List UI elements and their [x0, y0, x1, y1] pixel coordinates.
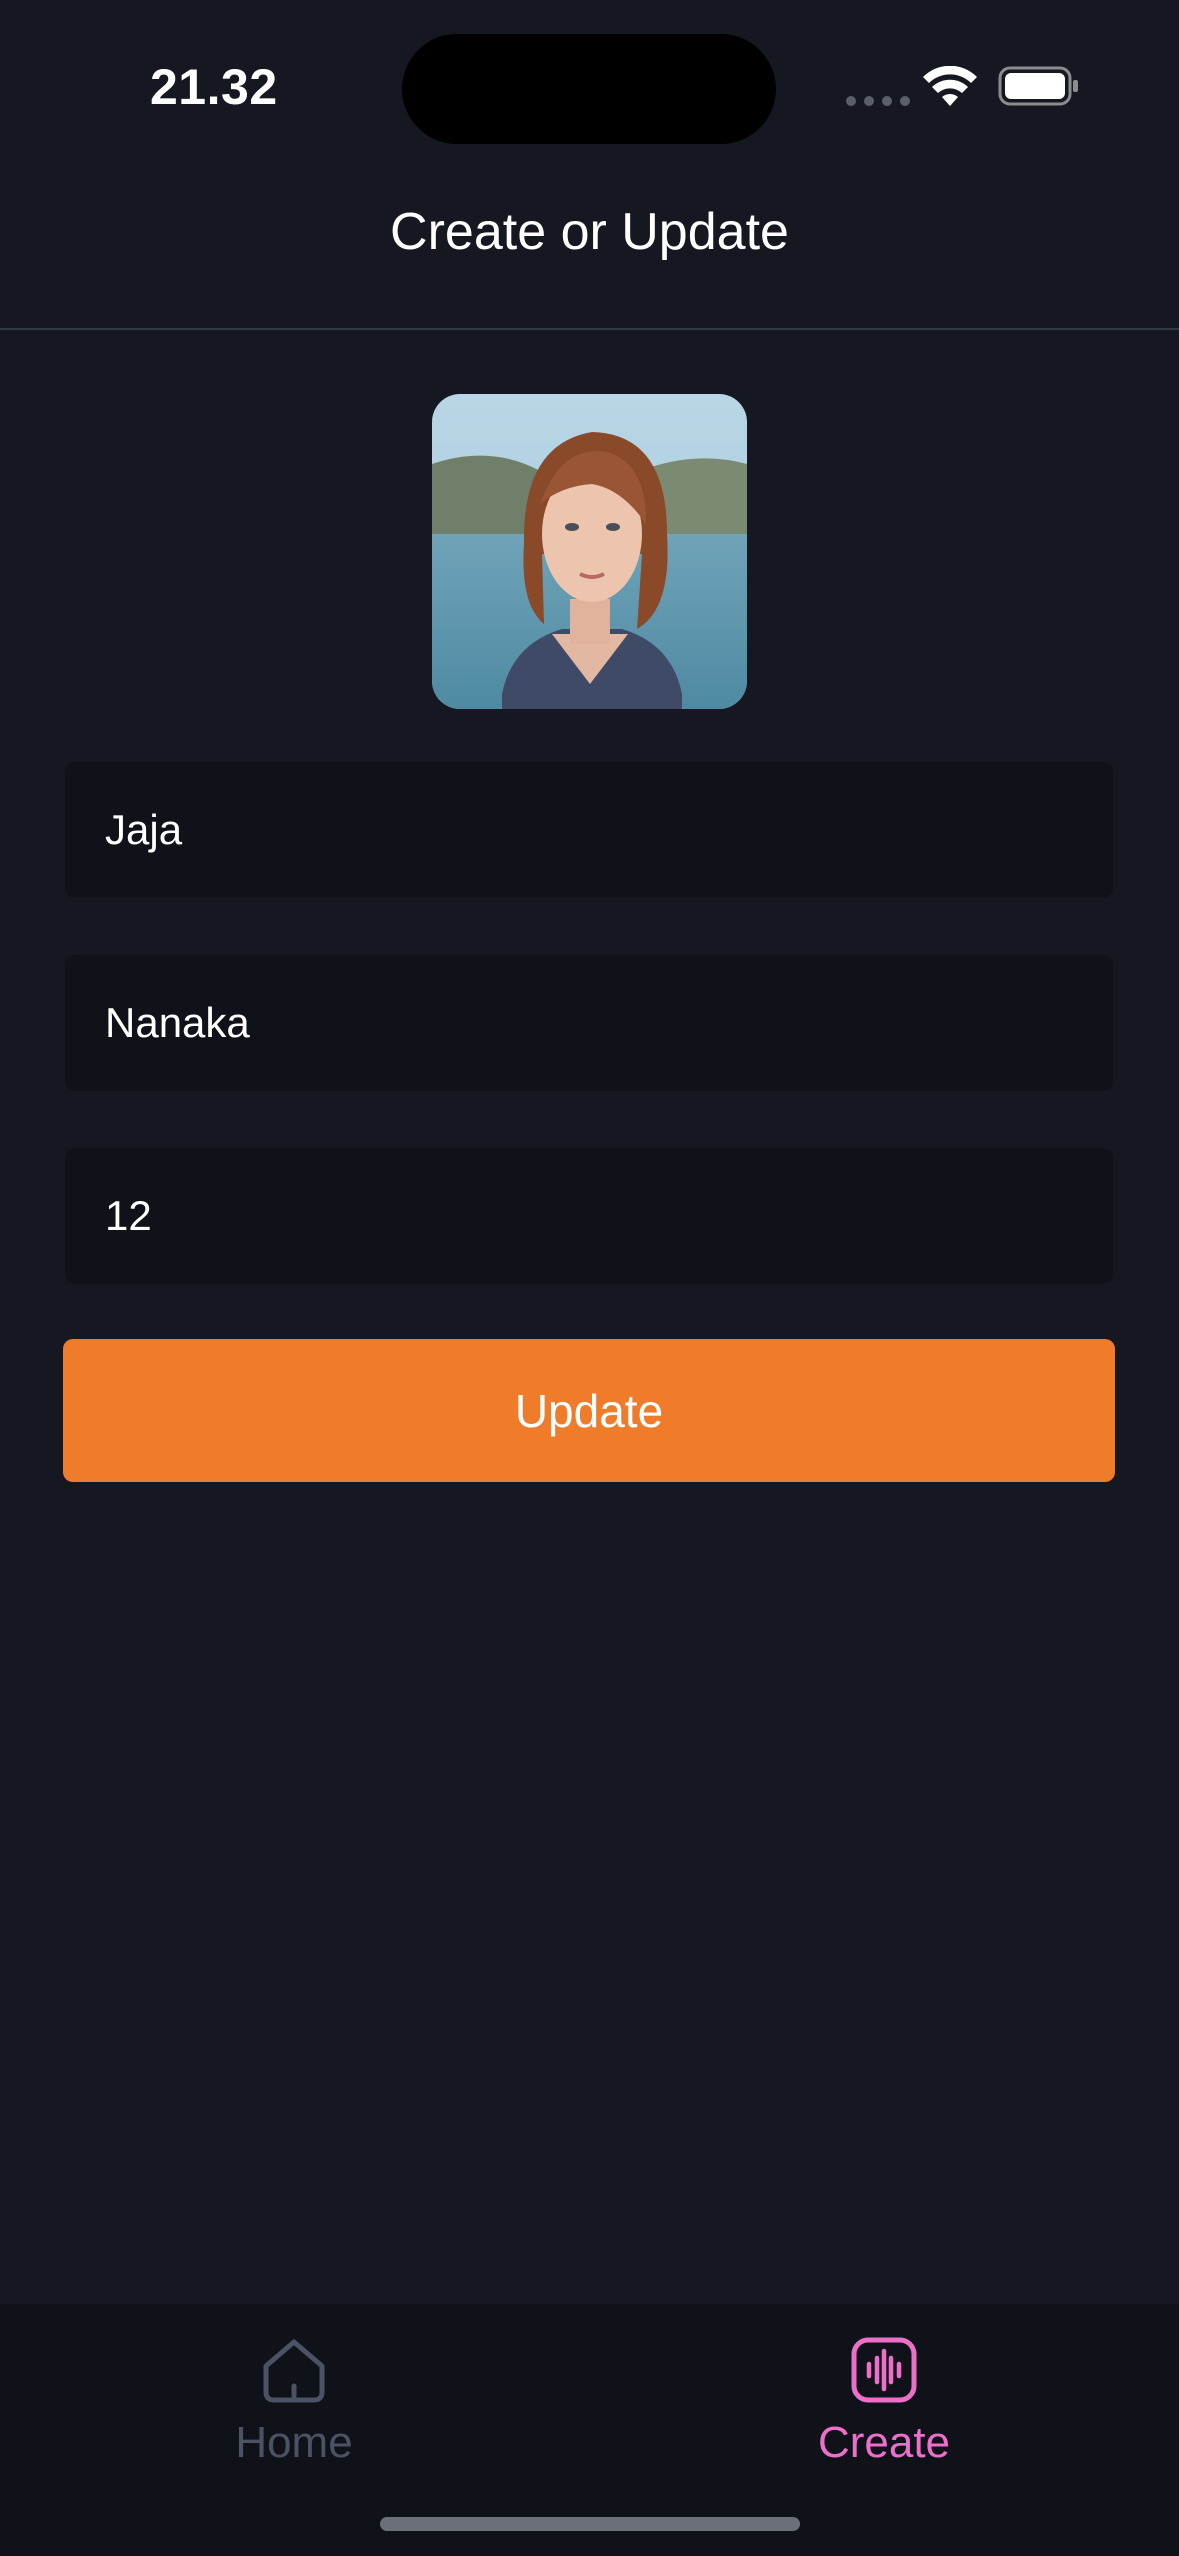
home-indicator[interactable]	[380, 2517, 800, 2531]
tab-create[interactable]: Create	[734, 2334, 1034, 2484]
header: Create or Update	[0, 176, 1179, 330]
audio-waveform-icon	[851, 2337, 917, 2403]
wifi-icon	[923, 66, 977, 106]
status-time: 21.32	[150, 59, 278, 115]
first-name-input[interactable]	[105, 762, 1073, 898]
tab-create-label: Create	[817, 2418, 951, 2467]
battery-icon	[998, 66, 1078, 106]
update-button[interactable]: Update	[63, 1339, 1115, 1482]
age-input[interactable]	[105, 1148, 1073, 1284]
last-name-field[interactable]	[65, 955, 1113, 1091]
tab-home[interactable]: Home	[144, 2334, 444, 2484]
last-name-input[interactable]	[105, 955, 1073, 1091]
home-icon	[263, 2339, 325, 2403]
avatar[interactable]	[432, 394, 747, 709]
avatar-photo	[432, 394, 747, 709]
dynamic-island	[402, 34, 776, 144]
tab-home-label: Home	[235, 2418, 353, 2467]
page-title: Create or Update	[390, 203, 789, 261]
status-bar: 21.32	[0, 0, 1179, 176]
cellular-signal-icon	[846, 96, 910, 106]
first-name-field[interactable]	[65, 762, 1113, 898]
age-field[interactable]	[65, 1148, 1113, 1284]
